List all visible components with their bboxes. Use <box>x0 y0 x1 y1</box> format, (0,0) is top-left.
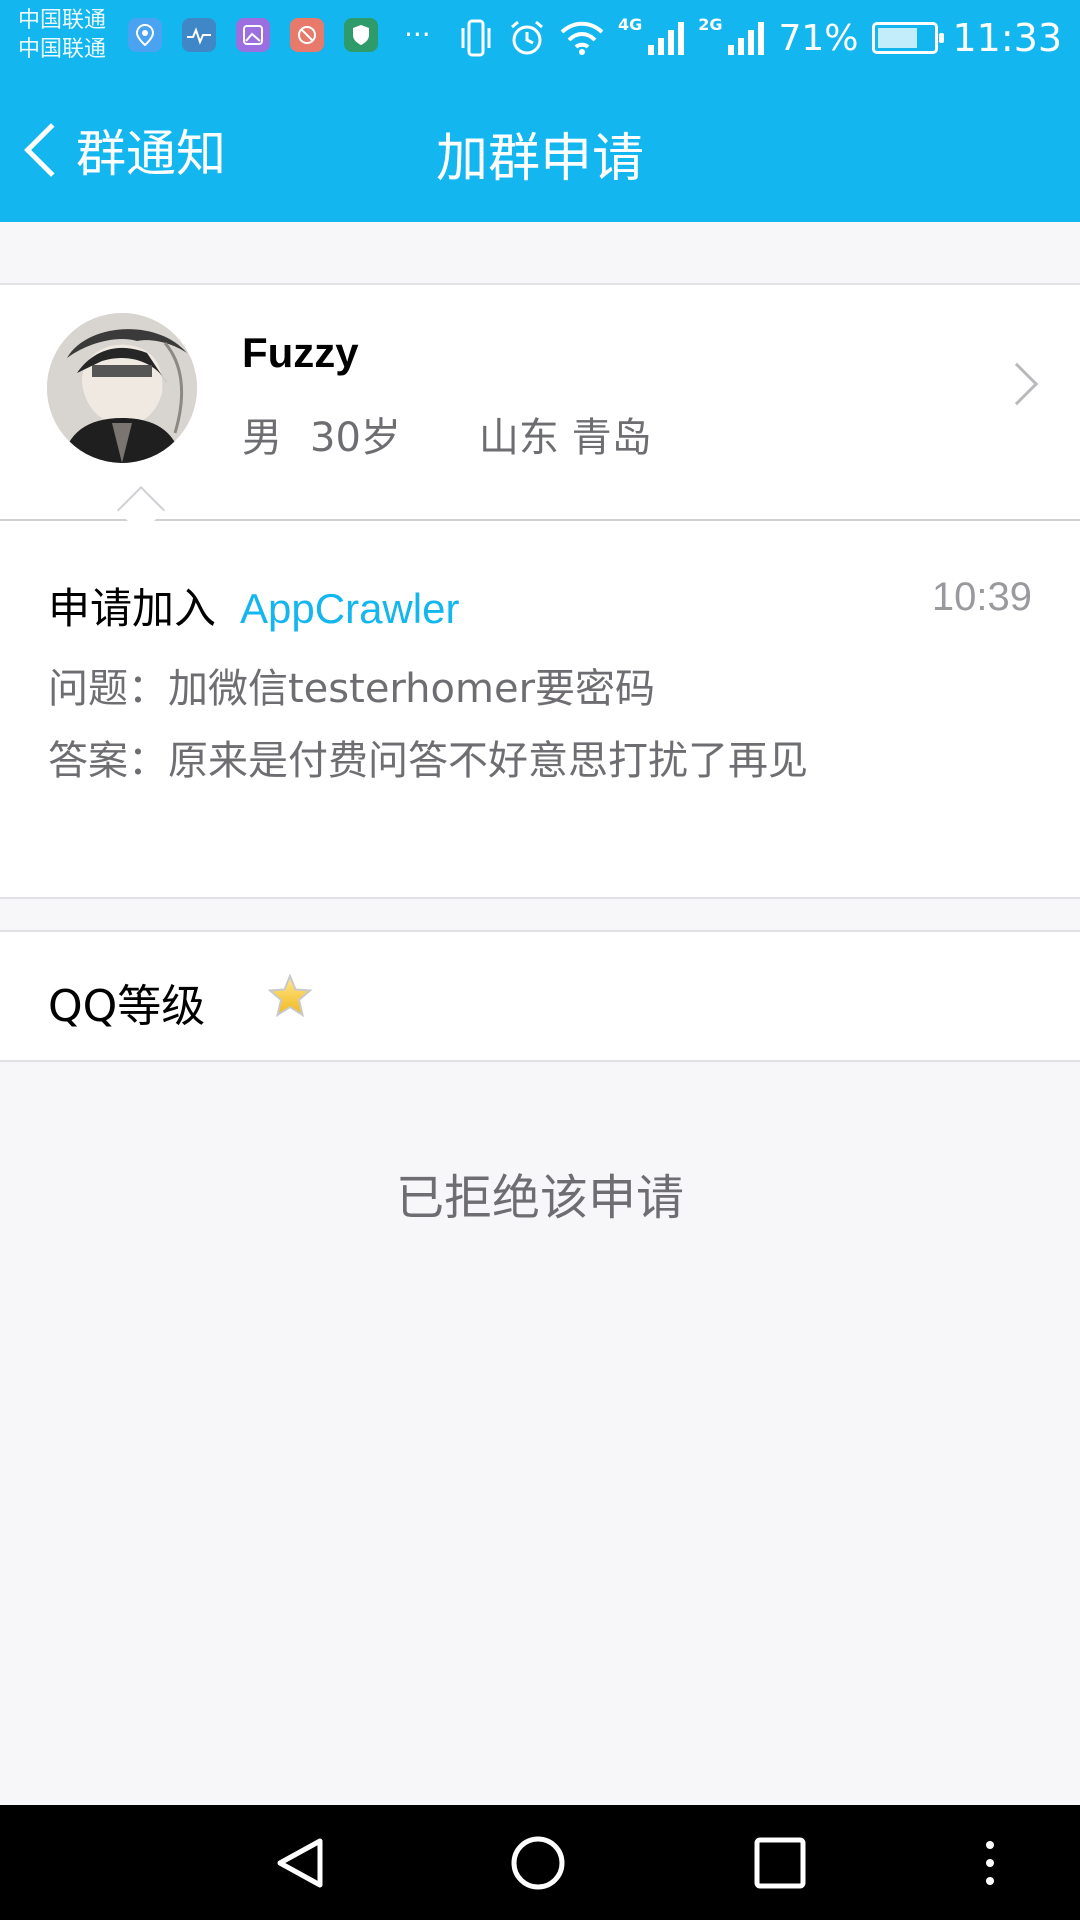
qq-level-row: QQ等级 <box>0 930 1080 1062</box>
qq-level-label: QQ等级 <box>48 981 206 1032</box>
home-icon[interactable] <box>510 1835 566 1891</box>
status-bar: 中国联通 中国联通 ··· 4G 2G 71% 11:33 <box>0 0 1080 76</box>
notification-icons: ··· <box>128 18 431 52</box>
carrier-labels: 中国联通 中国联通 <box>18 6 106 64</box>
signal-strength-1-icon <box>648 21 685 55</box>
location-pin-icon <box>128 18 162 52</box>
health-pulse-icon <box>182 18 216 52</box>
applicant-gender: 男 <box>242 415 282 461</box>
verification-answer: 答案：原来是付费问答不好意思打扰了再见 <box>48 738 808 784</box>
applicant-details: 男 30岁 山东 青岛 <box>242 405 652 463</box>
group-name-link[interactable]: AppCrawler <box>240 585 459 633</box>
applicant-profile-card[interactable]: Fuzzy 男 30岁 山东 青岛 <box>0 283 1080 521</box>
level-star-icon <box>268 974 312 1018</box>
request-header: 申请加入 AppCrawler <box>48 575 459 636</box>
network-type-2-label: 2G <box>698 14 723 34</box>
recents-icon[interactable] <box>752 1835 808 1891</box>
carrier-1-label: 中国联通 <box>18 8 107 33</box>
gallery-icon <box>236 18 270 52</box>
more-notifications-indicator: ··· <box>404 18 431 51</box>
verification-question: 问题：加微信testerhomer要密码 <box>48 666 656 712</box>
system-nav-bar <box>0 1805 1080 1920</box>
join-request-card: 申请加入 AppCrawler 10:39 问题：加微信testerhomer要… <box>0 521 1080 899</box>
menu-icon[interactable] <box>972 1835 1008 1891</box>
applicant-nickname: Fuzzy <box>242 329 359 376</box>
back-icon[interactable] <box>272 1835 328 1891</box>
status-indicators: 4G 2G 71% 11:33 <box>458 10 1062 66</box>
request-prefix: 申请加入 <box>48 584 217 633</box>
title-bar: 群通知 加群申请 <box>0 76 1080 222</box>
applicant-age: 30岁 <box>310 415 401 461</box>
wifi-icon <box>560 21 604 55</box>
applicant-location: 山东 青岛 <box>478 415 652 461</box>
network-type-1-label: 4G <box>617 14 643 34</box>
verification-qa: 问题：加微信testerhomer要密码 答案：原来是付费问答不好意思打扰了再见 <box>48 653 878 797</box>
battery-icon <box>872 22 945 54</box>
battery-level-fill <box>878 28 917 48</box>
status-clock: 11:33 <box>952 16 1062 60</box>
page-title: 加群申请 <box>435 129 644 189</box>
shield-icon <box>344 18 378 52</box>
blocked-app-icon <box>290 18 324 52</box>
chevron-right-icon <box>995 362 1039 406</box>
request-status-message: 已拒绝该申请 <box>395 1170 684 1226</box>
vibrate-icon <box>461 19 491 57</box>
request-time: 10:39 <box>931 575 1032 619</box>
avatar[interactable] <box>47 313 197 463</box>
carrier-2-label: 中国联通 <box>18 37 107 62</box>
battery-percent: 71% <box>778 17 859 59</box>
signal-strength-2-icon <box>728 21 765 55</box>
alarm-icon <box>510 20 543 55</box>
